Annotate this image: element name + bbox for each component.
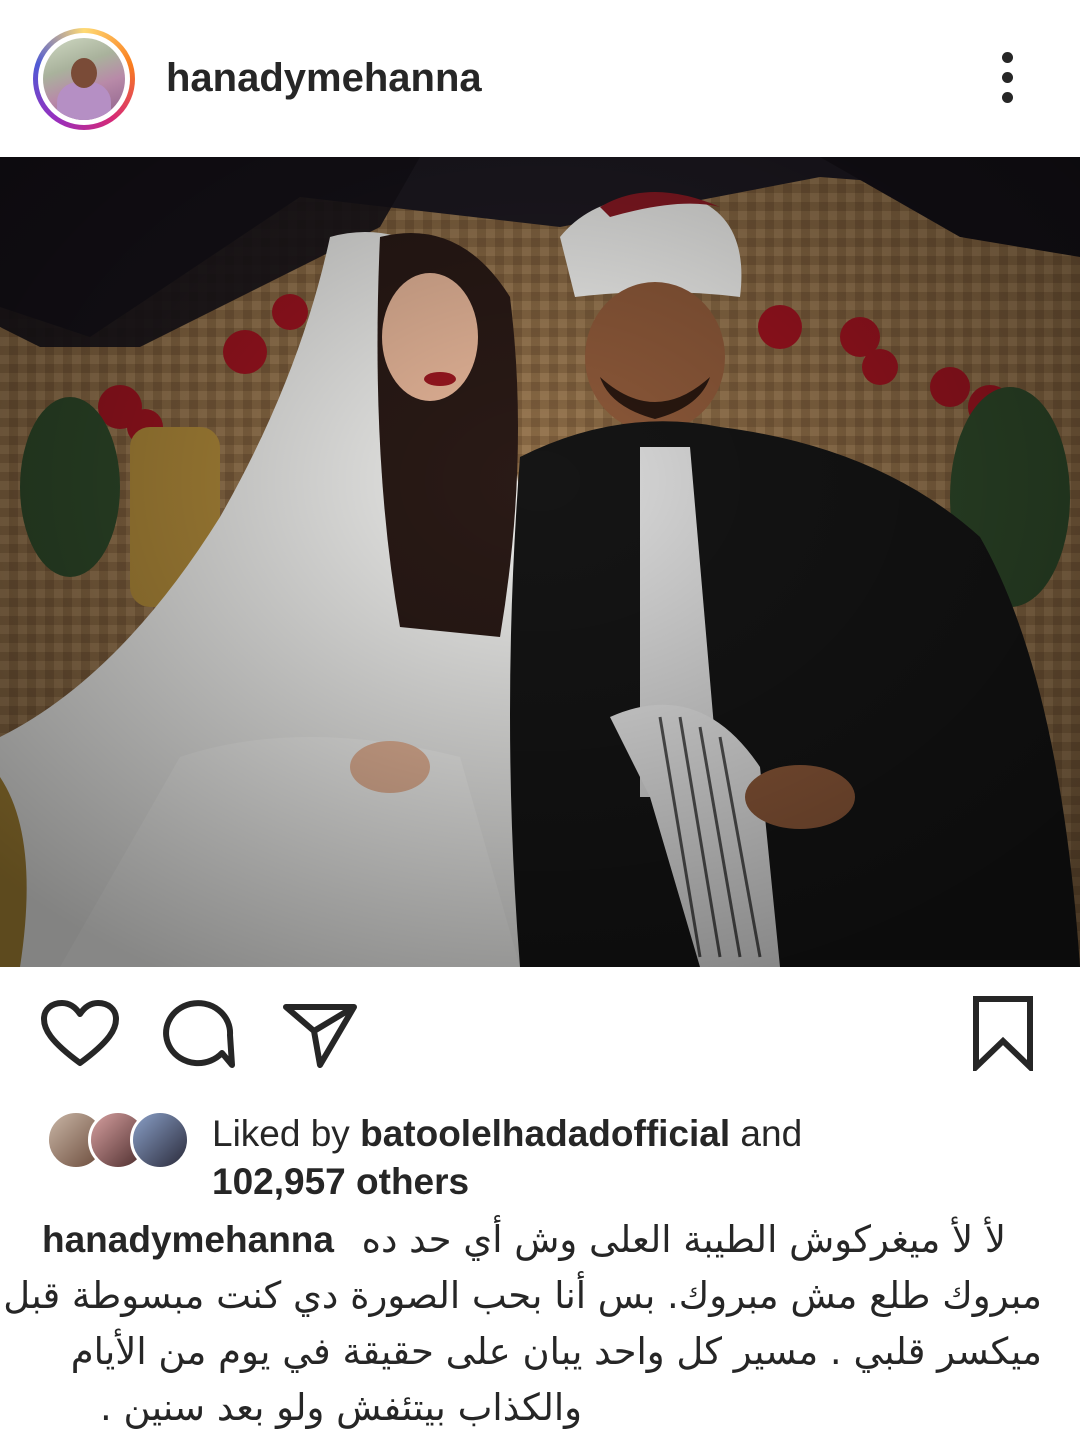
post-image[interactable]	[0, 157, 1080, 967]
user-avatar[interactable]	[33, 28, 135, 130]
more-options-icon[interactable]	[990, 52, 1026, 106]
liked-by-text[interactable]: Liked by batoolelhadadofficial and	[212, 1110, 802, 1158]
heart-icon[interactable]	[40, 999, 120, 1069]
likes-section: Liked by batoolelhadadofficial and 102,9…	[0, 1100, 1080, 1210]
caption-line-2: مبروك طلع مش مبروك. بس أنا بحب الصورة دي…	[3, 1274, 1042, 1317]
liker-avatar-3[interactable]	[130, 1110, 190, 1170]
likes-count[interactable]: 102,957 others	[212, 1158, 469, 1206]
caption-username[interactable]: hanadymehanna	[42, 1216, 334, 1264]
liked-by-user[interactable]: batoolelhadadofficial	[360, 1113, 730, 1154]
send-icon[interactable]	[282, 999, 358, 1071]
post-actions	[0, 985, 1080, 1075]
caption-line-3: ميكسر قلبي . مسير كل واحد يبان على حقيقة…	[70, 1330, 1042, 1373]
caption-line-1: لأ لأ ميغركوش الطيبة العلى وش أي حد ده	[361, 1218, 1006, 1261]
comment-icon[interactable]	[160, 999, 236, 1071]
post-username[interactable]: hanadymehanna	[166, 56, 482, 101]
caption-line-4: والكذاب بيتئفش ولو بعد سنين .	[100, 1386, 582, 1429]
post-header: hanadymehanna	[0, 0, 1080, 157]
bookmark-icon[interactable]	[970, 995, 1036, 1071]
